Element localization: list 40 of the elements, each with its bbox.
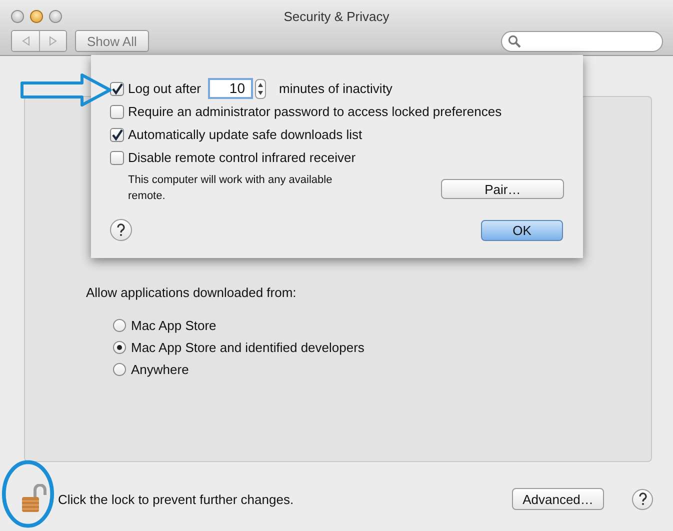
- zoom-button[interactable]: [49, 10, 62, 23]
- ok-button[interactable]: OK: [481, 220, 563, 240]
- help-button[interactable]: [110, 219, 132, 241]
- minimize-button[interactable]: [30, 10, 43, 23]
- help-icon: [636, 492, 648, 506]
- radio-label: Anywhere: [131, 362, 189, 376]
- checkbox[interactable]: [110, 150, 124, 164]
- minutes-field[interactable]: 10: [208, 78, 253, 99]
- section-heading: Allow applications downloaded from:: [86, 285, 298, 300]
- checkbox[interactable]: [110, 128, 124, 142]
- close-button[interactable]: [11, 10, 24, 23]
- stepper[interactable]: [255, 78, 266, 98]
- checkbox[interactable]: [110, 104, 124, 118]
- back-button[interactable]: [12, 31, 39, 51]
- forward-arrow-icon: [48, 36, 58, 46]
- remote-note: This computer will work with any available remote.: [128, 173, 334, 204]
- search-icon: [508, 34, 521, 48]
- forward-button[interactable]: [39, 31, 66, 51]
- back-arrow-icon: [20, 36, 30, 46]
- search-field[interactable]: [501, 30, 663, 52]
- radio-button[interactable]: [113, 362, 126, 376]
- lock-hint: Click the lock to prevent further changes.: [58, 492, 294, 506]
- radio-button[interactable]: [113, 318, 126, 332]
- window-title: Security & Privacy: [284, 8, 390, 22]
- checkbox-label: Disable remote control infrared receiver: [128, 150, 356, 165]
- checkbox[interactable]: [110, 82, 124, 96]
- radio-label: Mac App Store: [131, 318, 216, 332]
- pair-button[interactable]: Pair…: [441, 179, 564, 199]
- help-icon: [115, 223, 127, 237]
- radio-label: Mac App Store and identified developers: [131, 340, 364, 354]
- advanced-button[interactable]: Advanced…: [512, 488, 604, 510]
- checkbox-label: Automatically update safe downloads list: [128, 127, 362, 142]
- help-button[interactable]: [632, 488, 653, 510]
- unlocked-padlock-icon[interactable]: [21, 484, 47, 514]
- radio-button[interactable]: [113, 340, 126, 354]
- minutes-label: minutes of inactivity: [279, 81, 392, 96]
- show-all-button[interactable]: Show All: [75, 30, 149, 52]
- checkbox-label: Require an administrator password to access locked preferences: [128, 104, 502, 119]
- checkbox-label: Log out after: [128, 81, 201, 96]
- annotation-circle: [1, 458, 55, 530]
